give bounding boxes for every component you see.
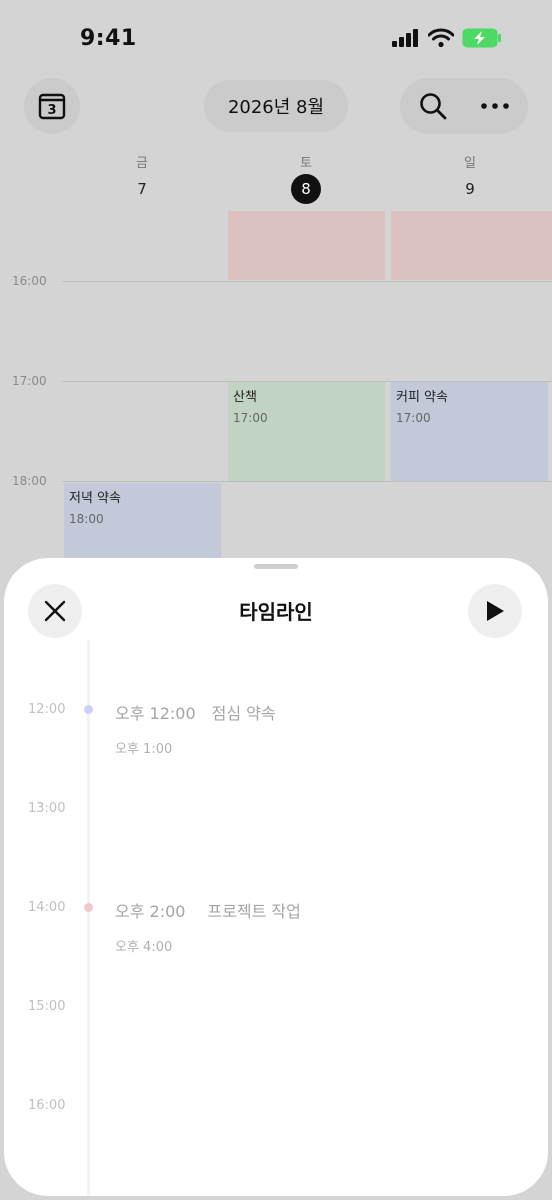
calendar-icon: 3 bbox=[38, 93, 66, 120]
wifi-icon bbox=[428, 28, 454, 48]
event-title: 커피 약속 bbox=[396, 390, 448, 405]
battery-charging-icon bbox=[462, 28, 501, 48]
month-title: 2026년 8월 bbox=[227, 97, 325, 118]
header-actions bbox=[400, 78, 528, 134]
timeline-event-project[interactable]: 오후 2:00 프로젝트 작업 오후 4:00 bbox=[115, 898, 301, 955]
day-number-7[interactable]: 7 bbox=[112, 180, 172, 198]
timeline-hour-label: 15:00 bbox=[28, 999, 66, 1014]
cellular-signal-icon bbox=[392, 29, 418, 47]
timeline-axis bbox=[87, 640, 90, 1196]
today-indicator: 8 bbox=[291, 174, 321, 204]
event-block-red-sun[interactable] bbox=[391, 211, 552, 280]
weekday-label-fri: 금 bbox=[136, 156, 148, 171]
time-label-17: 17:00 bbox=[12, 374, 47, 388]
event-name: 점심 약속 bbox=[211, 704, 276, 723]
play-icon bbox=[487, 601, 504, 621]
timeline-sheet: 타임라인 12:00 13:00 14:00 15:00 16:00 오후 12… bbox=[4, 558, 548, 1196]
hour-gridline bbox=[62, 281, 552, 282]
event-name: 프로젝트 작업 bbox=[207, 902, 301, 921]
event-start-time: 오후 2:00 bbox=[115, 902, 186, 921]
timeline-hour-label: 14:00 bbox=[28, 900, 66, 915]
event-end-time: 오후 4:00 bbox=[115, 940, 173, 955]
time-label-18: 18:00 bbox=[12, 474, 47, 488]
play-button[interactable] bbox=[468, 584, 522, 638]
day-number-8[interactable]: 8 bbox=[276, 174, 336, 204]
event-title: 산책 bbox=[233, 390, 257, 405]
weekday-label-sat: 토 bbox=[300, 156, 312, 171]
event-time: 18:00 bbox=[69, 512, 104, 526]
more-icon[interactable] bbox=[480, 101, 510, 111]
event-walk[interactable]: 산책 17:00 bbox=[228, 382, 385, 481]
search-icon[interactable] bbox=[418, 91, 448, 121]
timeline-hour-label: 16:00 bbox=[28, 1098, 66, 1113]
day-number-9[interactable]: 9 bbox=[440, 180, 500, 198]
event-coffee[interactable]: 커피 약속 17:00 bbox=[391, 382, 548, 481]
timeline-dot-blue bbox=[84, 705, 93, 714]
event-title: 저녁 약속 bbox=[69, 491, 121, 506]
sheet-title: 타임라인 bbox=[239, 600, 313, 624]
time-label-16: 16:00 bbox=[12, 274, 47, 288]
event-time: 17:00 bbox=[396, 411, 431, 425]
svg-text:3: 3 bbox=[47, 103, 56, 118]
event-time: 17:00 bbox=[233, 411, 268, 425]
month-selector-button[interactable]: 2026년 8월 bbox=[204, 80, 348, 132]
calendar-today-button[interactable]: 3 bbox=[24, 78, 80, 134]
sheet-grabber[interactable] bbox=[254, 564, 298, 569]
hour-gridline bbox=[62, 481, 552, 482]
timeline-hour-label: 12:00 bbox=[28, 702, 66, 717]
status-icons bbox=[392, 28, 502, 48]
timeline-hour-label: 13:00 bbox=[28, 801, 66, 816]
timeline-event-lunch[interactable]: 오후 12:00 점심 약속 오후 1:00 bbox=[115, 700, 276, 757]
event-start-time: 오후 12:00 bbox=[115, 704, 196, 723]
event-end-time: 오후 1:00 bbox=[115, 742, 173, 757]
status-time: 9:41 bbox=[80, 26, 137, 51]
weekday-label-sun: 일 bbox=[464, 156, 476, 171]
event-block-red-sat[interactable] bbox=[228, 211, 385, 280]
timeline-dot-red bbox=[84, 903, 93, 912]
